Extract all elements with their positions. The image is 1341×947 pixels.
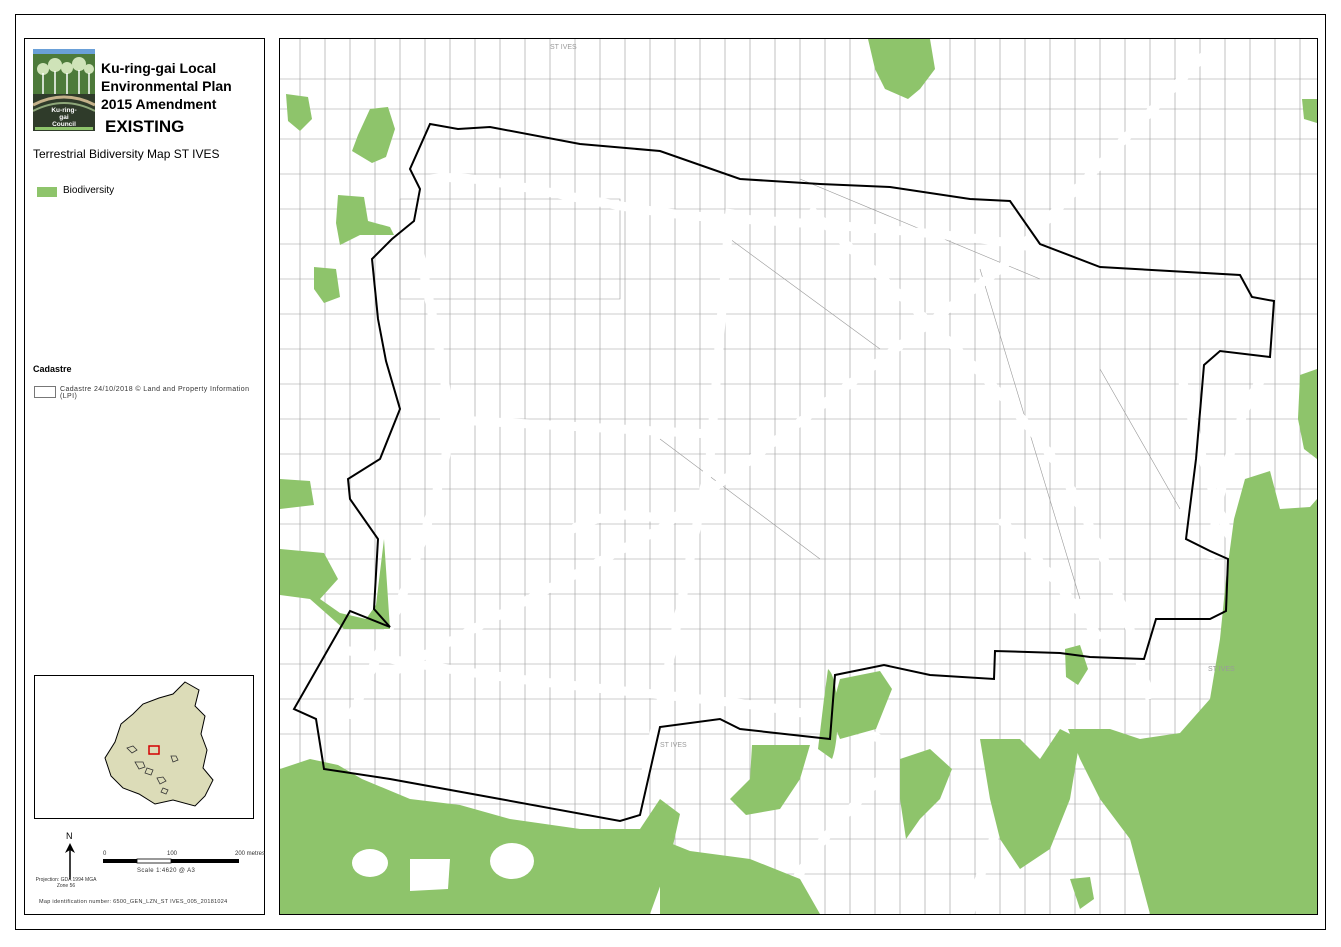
biodiversity-patch (1065, 645, 1088, 685)
map-status: EXISTING (105, 117, 185, 136)
biodiversity-patch (830, 671, 892, 739)
biodiversity-patch (286, 94, 312, 131)
cadastre-label: Cadastre 24/10/2018 © Land and Property … (60, 386, 250, 400)
scale-ratio: Scale 1:4620 @ A3 (137, 868, 196, 874)
biodiversity-patch (730, 745, 810, 815)
biodiversity-patch (1068, 471, 1317, 914)
map-title: Terrestrial Bidiversity Map ST IVES (33, 147, 220, 161)
biodiversity-patch (280, 759, 680, 914)
biodiversity-patch (1070, 877, 1094, 909)
scale-tick-0: 0 (103, 851, 107, 857)
scale-tick-200: 200 metres (235, 851, 266, 857)
biodiversity-patch (352, 107, 395, 163)
legend-panel: Ku-ring-gai Council Ku-ring-gai Local En… (24, 38, 265, 915)
scale-tick-100: 100 (167, 851, 178, 857)
street-label: ST IVES (550, 44, 577, 51)
cadastre-heading: Cadastre (33, 364, 72, 374)
street-label: ST IVES (660, 742, 687, 749)
biodiversity-patch (1302, 99, 1317, 123)
biodiversity-patch (336, 195, 394, 245)
ku-ring-gai-area (104, 681, 214, 807)
map-canvas: ST IVES ST IVES ST IVES (279, 38, 1318, 915)
projection-note: Projection: GDA 1994 MGA Zone 56 (35, 877, 97, 889)
street-label: ST IVES (1208, 666, 1235, 673)
biodiversity-patch (900, 749, 952, 839)
biodiversity-patch (280, 479, 314, 509)
map-identification: Map identification number: 6500_GEN_LZN_… (39, 899, 228, 905)
biodiversity-patch (314, 267, 340, 303)
locality-inset-map (34, 675, 254, 819)
biodiversity-patch (980, 729, 1080, 869)
north-arrow-icon: N (63, 831, 77, 881)
scale-bar: 0 100 200 metres (103, 847, 266, 887)
cadastre-swatch (34, 386, 56, 398)
plan-title: Ku-ring-gai Local Environmental Plan 201… (101, 60, 232, 112)
biodiversity-swatch (37, 187, 57, 197)
biodiversity-patch (1298, 369, 1317, 459)
logo-text: Ku-ring-gai Council (51, 107, 77, 128)
biodiversity-patch (280, 539, 390, 629)
biodiversity-label: Biodiversity (63, 185, 115, 196)
council-logo: Ku-ring-gai Council (32, 49, 96, 131)
